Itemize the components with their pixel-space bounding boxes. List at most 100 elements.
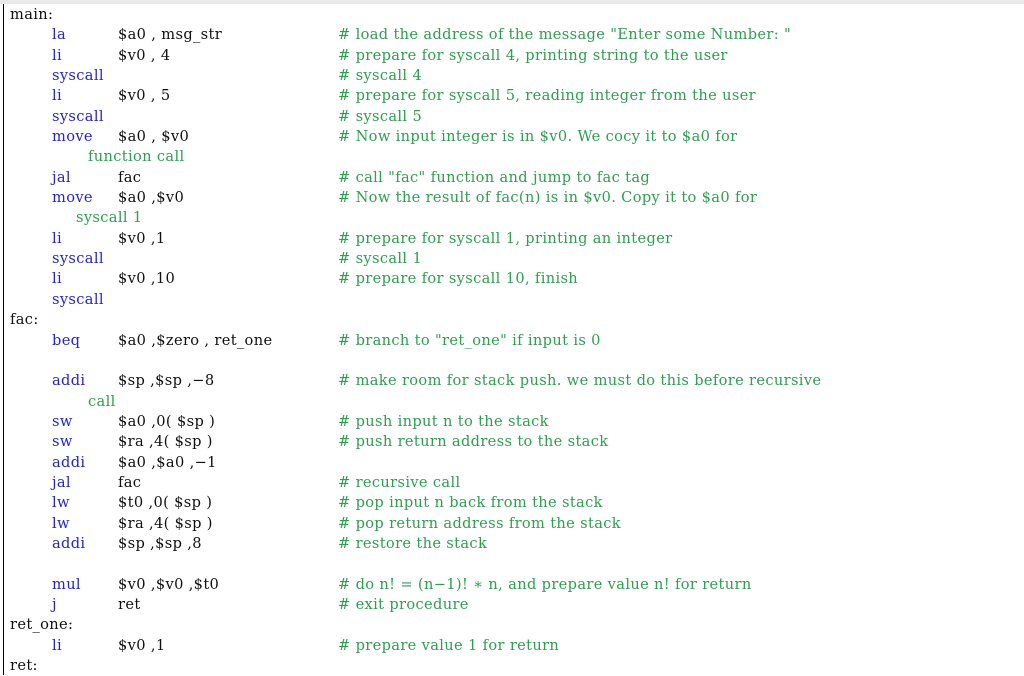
code-mnemonic: syscall [52, 250, 104, 268]
code-line: syscall # syscall 4 [4, 66, 1024, 86]
code-mnemonic: lw [52, 494, 70, 512]
code-listing: main: la $a0 , msg_str # load the address o… [0, 0, 1024, 675]
code-line: syscall # syscall 1 [4, 249, 1024, 269]
code-comment: # make room for stack push. we must do t… [338, 372, 822, 390]
code-line: beq $a0 ,$zero , ret_one # branch to "ret_… [4, 331, 1024, 351]
code-mnemonic: beq [52, 331, 81, 349]
code-comment: # push input n to the stack [338, 412, 549, 430]
code-comment: # Now the result of fac(n) is in $v0. Co… [338, 189, 758, 207]
code-mnemonic: li [52, 87, 63, 105]
code-mnemonic: addi [52, 372, 86, 390]
code-comment: # restore the stack [338, 534, 488, 552]
code-comment: # syscall 4 [338, 67, 423, 85]
code-line: li $v0 , 5 # prepare for syscall 5, readin… [4, 86, 1024, 106]
code-comment-continuation: syscall 1 [76, 209, 143, 227]
code-operands: $a0 ,$zero , ret_one [118, 331, 273, 349]
code-mnemonic: li [52, 270, 63, 288]
code-mnemonic: mul [52, 575, 81, 593]
code-comment: # do n! = (n−1)! ∗ n, and prepare value … [338, 575, 752, 593]
code-label: ret_one: [10, 616, 74, 634]
code-line: function call [4, 147, 1024, 167]
code-line: fac: [4, 310, 1024, 330]
code-line: sw $ra ,4( $sp ) # push return address to … [4, 432, 1024, 452]
code-comment: # recursive call [338, 473, 461, 491]
code-line: lw $ra ,4( $sp ) # pop return address from… [4, 514, 1024, 534]
code-comment: # prepare value 1 for return [338, 636, 560, 654]
code-line: syscall 1 [4, 208, 1024, 228]
code-line: mul $v0 ,$v0 ,$t0 # do n! = (n−1)! ∗ n, an… [4, 575, 1024, 595]
code-line: call [4, 392, 1024, 412]
code-label: fac: [10, 311, 39, 329]
code-body: main: la $a0 , msg_str # load the address o… [4, 5, 1024, 676]
code-comment: # prepare for syscall 1, printing an int… [338, 229, 673, 247]
code-comment: # load the address of the message "Enter… [338, 26, 792, 44]
code-line: addi $a0 ,$a0 ,−1 [4, 453, 1024, 473]
code-line: li $v0 ,1 # prepare value 1 for return [4, 636, 1024, 656]
code-line: ret: [4, 656, 1024, 676]
code-operands: $a0 ,$v0 [118, 189, 185, 207]
code-mnemonic: lw [52, 514, 70, 532]
code-operands: $t0 ,0( $sp ) [118, 494, 213, 512]
code-mnemonic: addi [52, 453, 86, 471]
code-comment: # Now input integer is in $v0. We cocy i… [338, 128, 738, 146]
code-line: move $a0 , $v0 # Now input integer is in $… [4, 127, 1024, 147]
code-line: li $v0 ,10 # prepare for syscall 10, finis… [4, 269, 1024, 289]
code-mnemonic: syscall [52, 107, 104, 125]
code-label: main: [10, 6, 54, 23]
code-comment: # exit procedure [338, 595, 469, 613]
code-operands: fac [118, 473, 142, 491]
code-comment: # branch to "ret_one" if input is 0 [338, 331, 601, 349]
code-operands: $a0 , msg_str [118, 26, 223, 44]
code-line: addi $sp ,$sp ,8 # restore the stack [4, 534, 1024, 554]
code-mnemonic: j [52, 595, 57, 613]
code-comment-continuation: function call [88, 148, 185, 166]
code-operands: $v0 , 4 [118, 46, 171, 64]
code-operands: $ra ,4( $sp ) [118, 514, 213, 532]
code-mnemonic: sw [52, 412, 73, 430]
code-mnemonic: la [52, 26, 67, 44]
code-mnemonic: li [52, 229, 63, 247]
code-mnemonic: li [52, 636, 63, 654]
code-comment: # pop return address from the stack [338, 514, 621, 532]
code-mnemonic: syscall [52, 290, 104, 308]
code-line: move $a0 ,$v0 # Now the result of fac(n) i… [4, 188, 1024, 208]
code-operands: ret [118, 595, 141, 613]
code-comment: # pop input n back from the stack [338, 494, 603, 512]
code-operands: fac [118, 168, 142, 186]
code-mnemonic: li [52, 46, 63, 64]
code-line: main: [4, 5, 1024, 25]
top-band [0, 0, 1024, 4]
code-line: la $a0 , msg_str # load the address of the… [4, 25, 1024, 45]
code-line: li $v0 ,1 # prepare for syscall 1, printin… [4, 229, 1024, 249]
code-line: lw $t0 ,0( $sp ) # pop input n back from t… [4, 493, 1024, 513]
code-operands: $v0 ,$v0 ,$t0 [118, 575, 220, 593]
code-comment-continuation: call [88, 392, 116, 410]
code-comment: # syscall 1 [338, 250, 423, 268]
code-mnemonic: addi [52, 534, 86, 552]
code-line: syscall [4, 290, 1024, 310]
code-operands: $a0 ,0( $sp ) [118, 412, 216, 430]
code-comment: # prepare for syscall 10, finish [338, 270, 579, 288]
code-comment: # syscall 5 [338, 107, 423, 125]
code-line: jal fac # call "fac" function and jump to … [4, 168, 1024, 188]
code-operands: $v0 ,1 [118, 229, 166, 247]
code-label: ret: [10, 657, 38, 674]
code-mnemonic: jal [52, 473, 71, 491]
code-operands: $sp ,$sp ,−8 [118, 372, 215, 390]
code-line: ret_one: [4, 615, 1024, 635]
code-comment: # push return address to the stack [338, 433, 609, 451]
code-operands: $ra ,4( $sp ) [118, 433, 213, 451]
code-comment: # call "fac" function and jump to fac ta… [338, 168, 651, 186]
code-operands: $v0 ,10 [118, 270, 176, 288]
code-mnemonic: syscall [52, 67, 104, 85]
code-mnemonic: move [52, 128, 93, 146]
code-operands: $sp ,$sp ,8 [118, 534, 202, 552]
code-line: syscall # syscall 5 [4, 107, 1024, 127]
code-comment: # prepare for syscall 5, reading integer… [338, 87, 756, 105]
code-mnemonic: sw [52, 433, 73, 451]
code-comment: # prepare for syscall 4, printing string… [338, 46, 728, 64]
code-line: jal fac # recursive call [4, 473, 1024, 493]
code-line: addi $sp ,$sp ,−8 # make room for stack pu… [4, 371, 1024, 391]
